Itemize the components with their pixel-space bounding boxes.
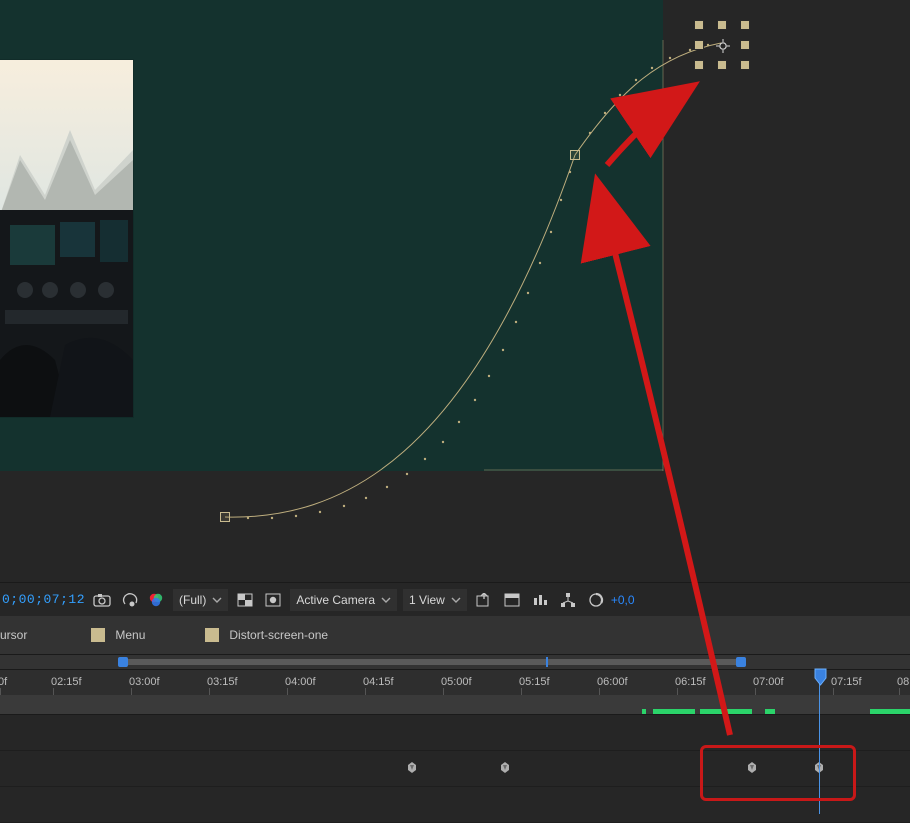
layer-menu-label: Menu [115,628,145,642]
toggle-mask-icon[interactable] [262,589,284,611]
layer-partial-label: ursor [0,628,27,642]
ruler-label: 06:00f [597,676,628,688]
layer-thumbnail[interactable] [0,60,133,417]
navigator-handle-left[interactable] [118,657,128,667]
layer-distort-label: Distort-screen-one [229,628,328,642]
ruler-label: 03:00f [129,676,160,688]
render-settings-icon[interactable] [585,589,607,611]
fast-previews-icon[interactable] [529,589,551,611]
ruler-label: 05:00f [441,676,472,688]
ruler-label: 04:15f [363,676,394,688]
spatial-keyframe-mid[interactable] [570,150,580,160]
transparency-grid-icon[interactable] [234,589,256,611]
ruler-label: 04:00f [285,676,316,688]
keyframe-icon[interactable] [500,762,510,773]
resolution-dropdown[interactable]: (Full) [173,589,228,611]
ruler-label: 06:15f [675,676,706,688]
ruler-label: 02:15f [51,676,82,688]
snapshot-icon[interactable] [91,589,113,611]
chevron-down-icon [381,595,391,605]
exposure-readout[interactable]: +0,0 [611,593,635,607]
share-view-icon[interactable] [473,589,495,611]
chevron-down-icon [451,595,461,605]
layer-distort[interactable]: Distort-screen-one [205,628,328,642]
camera-label: Active Camera [296,593,375,607]
timeline-link-icon[interactable] [557,589,579,611]
preview-toolbar: 0;00;07;12 (Full) Active Camera 1 View [0,582,910,617]
ruler-label: 07:00f [753,676,784,688]
navigator-cti-tick [546,657,548,667]
layer-color-swatch [91,628,105,642]
layer-color-swatch [205,628,219,642]
chevron-down-icon [212,595,222,605]
show-channel-icon[interactable] [119,589,141,611]
ruler-label: 03:15f [207,676,238,688]
annotation-highlight-box [700,745,856,801]
ruler-label: 0f [0,676,7,688]
spatial-keyframe-start[interactable] [220,512,230,522]
navigator-handle-right[interactable] [736,657,746,667]
current-timecode[interactable]: 0;00;07;12 [2,592,85,607]
anchor-icon [716,39,730,53]
layer-duration-bar[interactable] [0,695,910,715]
time-ruler[interactable]: 0f 02:15f 03:00f 03:15f 04:00f 04:15f 05:00f 05… [0,669,910,697]
composition-viewport[interactable] [0,0,910,581]
layer-menu[interactable]: Menu [91,628,145,642]
views-dropdown[interactable]: 1 View [403,589,467,611]
null-object-selected[interactable] [694,20,750,70]
ruler-label: 05:15f [519,676,550,688]
time-navigator[interactable] [0,655,910,669]
views-label: 1 View [409,593,445,607]
camera-dropdown[interactable]: Active Camera [290,589,397,611]
keyframe-icon[interactable] [407,762,417,773]
ruler-label: 07:15f [831,676,862,688]
pixel-aspect-icon[interactable] [501,589,523,611]
ruler-label: 08:0 [897,676,910,688]
layer-name-bar: ursor Menu Distort-screen-one [0,616,910,655]
color-management-icon[interactable] [145,589,167,611]
resolution-label: (Full) [179,593,206,607]
